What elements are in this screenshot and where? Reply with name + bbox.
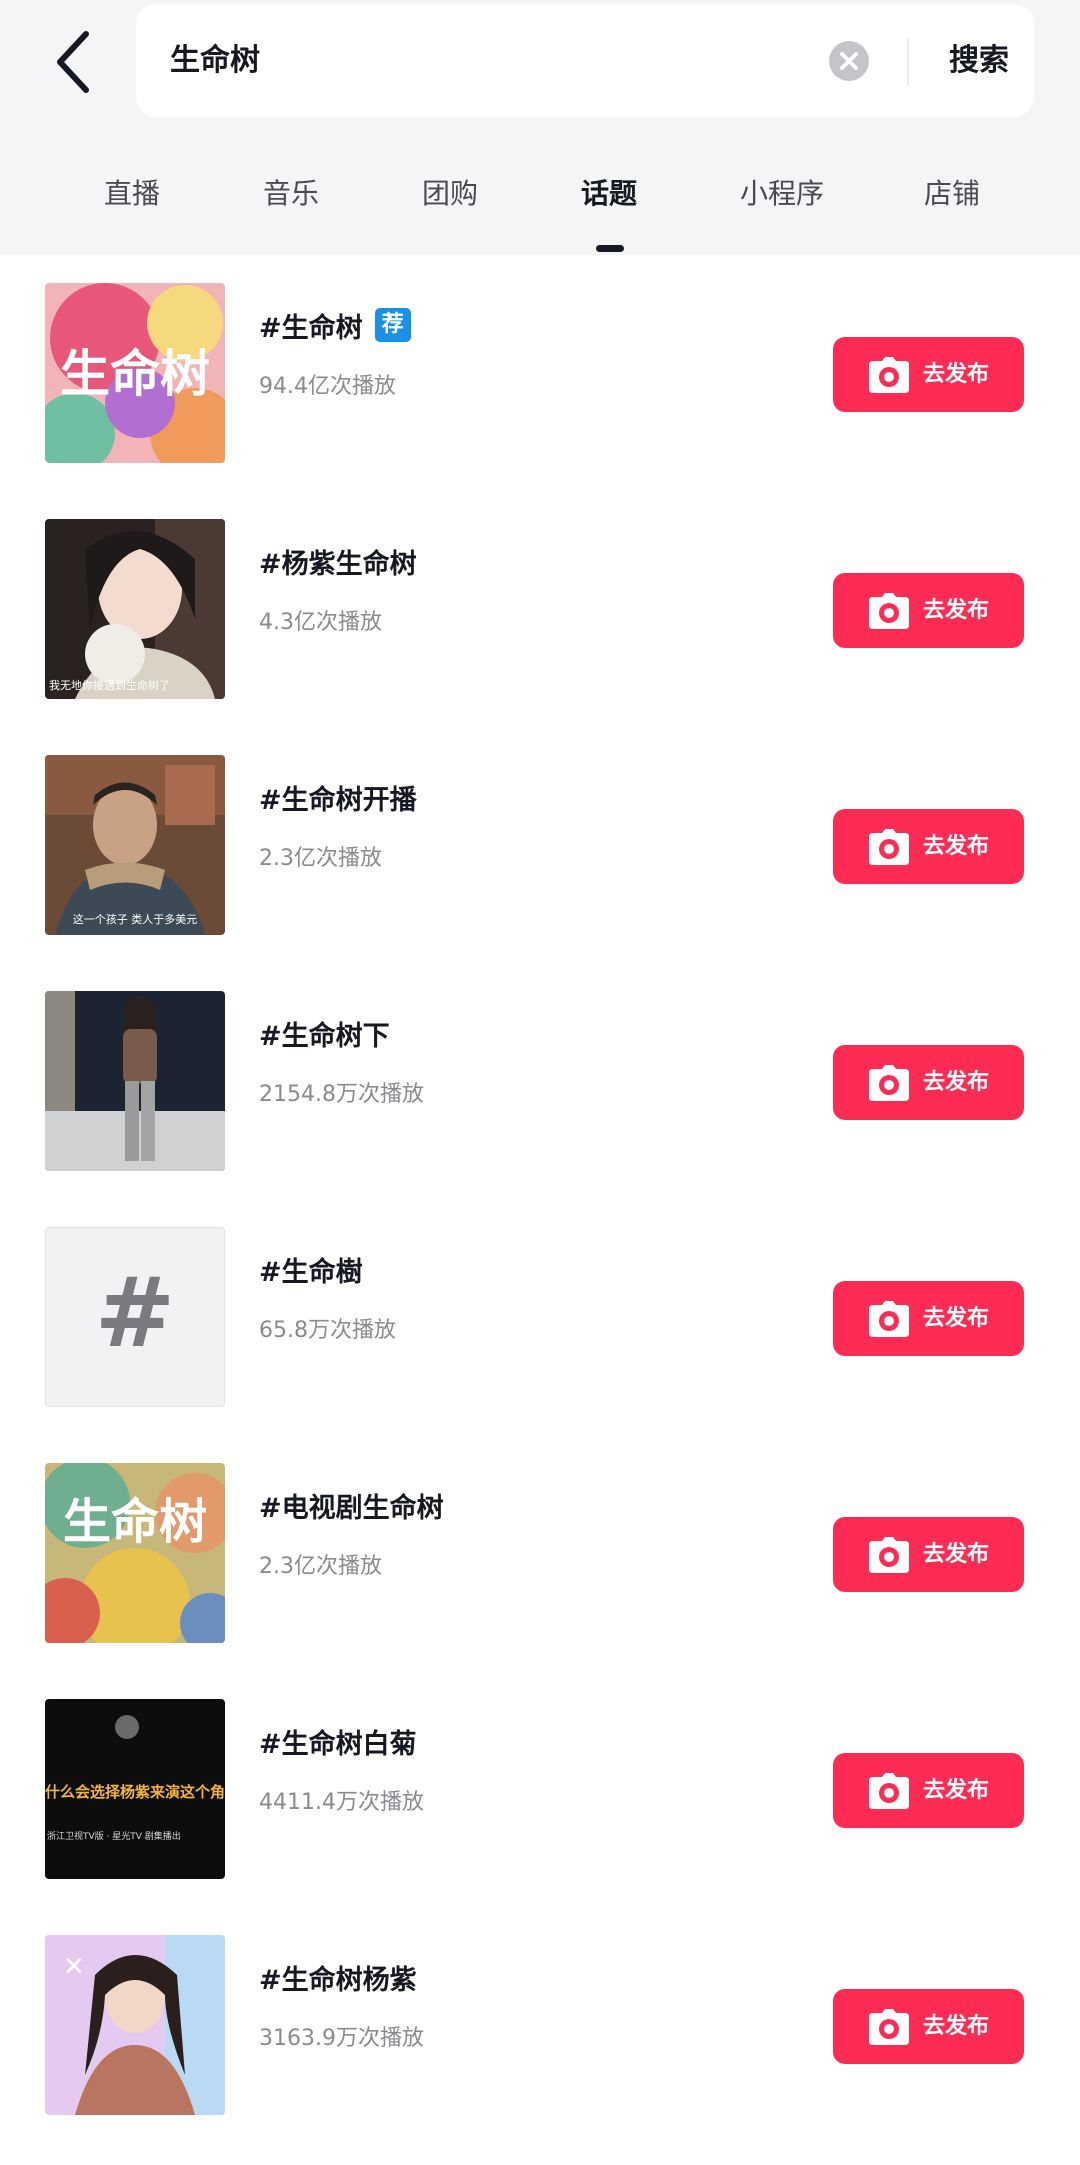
thumbnail-caption: 生命树 (60, 345, 210, 403)
camera-icon (869, 1537, 909, 1573)
search-header: 生命树 搜索 直播 音乐 团购 话题 小程序 店铺 (0, 0, 1080, 255)
camera-icon (869, 593, 909, 629)
publish-button[interactable]: 去发布 (833, 337, 1024, 412)
publish-button[interactable]: 去发布 (833, 809, 1024, 884)
topic-row[interactable]: # #生命樹 65.8万次播放 去发布 (0, 1199, 1080, 1435)
topic-thumbnail: 生命树 (45, 1463, 225, 1643)
hashtag-icon: # (95, 1257, 175, 1369)
publish-button[interactable]: 去发布 (833, 573, 1024, 648)
tab-topics[interactable]: 话题 (581, 172, 637, 212)
topic-title: #电视剧生命树 (259, 1492, 444, 1524)
topic-thumbnail: 我无地你接遇到生命树了 (45, 519, 225, 699)
tab-live[interactable]: 直播 (104, 172, 160, 212)
recommended-badge: 荐 (374, 308, 411, 342)
topic-row[interactable]: #生命树下 2154.8万次播放 去发布 (0, 963, 1080, 1199)
publish-button[interactable]: 去发布 (833, 1989, 1024, 2064)
thumbnail-caption: 我无地你接遇到生命树了 (49, 678, 170, 692)
topic-row[interactable]: 这一个孩子 类人于多美元 #生命树开播 2.3亿次播放 去发布 (0, 727, 1080, 963)
divider (907, 38, 909, 86)
topic-title: #生命树白菊 (259, 1728, 417, 1760)
publish-label: 去发布 (923, 1306, 990, 1331)
chevron-left-icon (57, 31, 89, 93)
camera-icon (869, 357, 909, 393)
search-button[interactable]: 搜索 (924, 4, 1034, 117)
topic-row[interactable]: 生命树 #电视剧生命树 2.3亿次播放 去发布 (0, 1435, 1080, 1671)
thumbnail-caption: 生命树 (63, 1494, 207, 1550)
topic-title: #生命树杨紫 (259, 1964, 417, 1996)
topic-row[interactable]: 我无地你接遇到生命树了 #杨紫生命树 4.3亿次播放 去发布 (0, 491, 1080, 727)
topic-row[interactable]: ✕ #生命树杨紫 3163.9万次播放 去发布 (0, 1907, 1080, 2143)
camera-icon (869, 1065, 909, 1101)
publish-label: 去发布 (923, 834, 990, 859)
publish-button[interactable]: 去发布 (833, 1753, 1024, 1828)
publish-label: 去发布 (923, 1542, 990, 1567)
tab-music[interactable]: 音乐 (263, 172, 319, 212)
play-count: 4.3亿次播放 (259, 610, 382, 635)
publish-label: 去发布 (923, 2014, 990, 2039)
search-box[interactable]: 生命树 搜索 (136, 4, 1034, 117)
play-count: 2154.8万次播放 (259, 1082, 424, 1107)
thumbnail-caption: 什么会选择杨紫来演这个角色 (45, 1783, 225, 1801)
tab-group-buy[interactable]: 团购 (422, 172, 478, 212)
topic-thumbnail: 生命树 (45, 283, 225, 463)
topic-thumbnail: 这一个孩子 类人于多美元 (45, 755, 225, 935)
topic-thumbnail (45, 991, 225, 1171)
thumbnail-subcaption: 浙江卫视TV版 · 星光TV 剧集播出 (47, 1830, 181, 1842)
play-count: 2.3亿次播放 (259, 1554, 382, 1579)
tab-mini-programs[interactable]: 小程序 (740, 172, 824, 212)
topic-thumbnail: # (45, 1227, 225, 1407)
publish-label: 去发布 (923, 1070, 990, 1095)
publish-label: 去发布 (923, 362, 990, 387)
topic-title: #生命树 (259, 312, 363, 344)
play-count: 4411.4万次播放 (259, 1790, 424, 1815)
camera-icon (869, 2009, 909, 2045)
topic-thumbnail: 什么会选择杨紫来演这个角色 浙江卫视TV版 · 星光TV 剧集播出 (45, 1699, 225, 1879)
thumbnail-caption: 这一个孩子 类人于多美元 (73, 912, 198, 926)
topic-title: #生命树下 (259, 1020, 390, 1052)
topic-title: #生命树开播 (259, 784, 417, 816)
play-count: 3163.9万次播放 (259, 2026, 424, 2051)
publish-button[interactable]: 去发布 (833, 1517, 1024, 1592)
topic-title: #生命樹 (259, 1256, 363, 1288)
camera-icon (869, 1773, 909, 1809)
publish-label: 去发布 (923, 598, 990, 623)
tab-stores[interactable]: 店铺 (924, 172, 980, 212)
back-button[interactable] (52, 30, 112, 94)
play-count: 94.4亿次播放 (259, 374, 396, 399)
play-count: 65.8万次播放 (259, 1318, 396, 1343)
publish-label: 去发布 (923, 1778, 990, 1803)
publish-button[interactable]: 去发布 (833, 1281, 1024, 1356)
topic-thumbnail: ✕ (45, 1935, 225, 2115)
close-icon (840, 52, 858, 70)
topic-row[interactable]: 什么会选择杨紫来演这个角色 浙江卫视TV版 · 星光TV 剧集播出 #生命树白菊… (0, 1671, 1080, 1907)
topic-title: #杨紫生命树 (259, 548, 417, 580)
topic-row[interactable]: 生命树 #生命树 荐 94.4亿次播放 去发布 (0, 255, 1080, 491)
play-count: 2.3亿次播放 (259, 846, 382, 871)
clear-search-button[interactable] (829, 41, 869, 81)
camera-icon (869, 829, 909, 865)
camera-icon (869, 1301, 909, 1337)
publish-button[interactable]: 去发布 (833, 1045, 1024, 1120)
active-tab-indicator (596, 245, 624, 252)
sparkle-icon: ✕ (63, 1952, 85, 1982)
search-input[interactable]: 生命树 (170, 4, 260, 117)
